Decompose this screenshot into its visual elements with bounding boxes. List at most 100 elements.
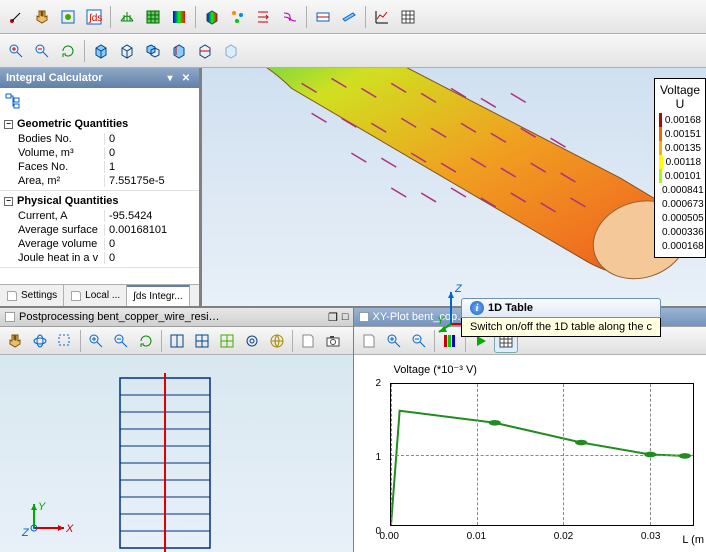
svg-text:Z: Z — [454, 283, 463, 295]
globe-icon[interactable] — [265, 329, 289, 353]
main-toolbar: ∫ds — [0, 0, 706, 34]
cube-dual-icon[interactable] — [141, 39, 165, 63]
separator — [365, 6, 366, 28]
separator — [84, 40, 85, 62]
postprocessing-viewport[interactable]: X Y Z — [0, 355, 353, 552]
particles-icon[interactable] — [226, 5, 250, 29]
integral-icon[interactable]: ∫ds — [82, 5, 106, 29]
3d-viewport[interactable]: X Y Z Voltage U 0.001680.001510.001350.0… — [200, 68, 706, 306]
workspace: Integral Calculator ▾ ✕ −Geometric Quant… — [0, 68, 706, 306]
separator — [80, 330, 81, 352]
pan-icon[interactable] — [3, 329, 27, 353]
panel-close-icon[interactable]: ✕ — [179, 71, 193, 85]
legend-item: 0.00118 — [659, 155, 701, 169]
prop-row: Area, m²7.55175e-5 — [4, 174, 195, 188]
lower-panes: Postprocessing bent_copper_wire_resi… ❐ □ — [0, 306, 706, 552]
legend-item: 0.000505 — [659, 211, 701, 225]
svg-text:Z: Z — [21, 527, 30, 539]
postprocessing-title: Postprocessing bent_copper_wire_resi… — [19, 311, 220, 323]
layout3-icon[interactable] — [215, 329, 239, 353]
cube-solid-icon[interactable] — [89, 39, 113, 63]
panel-tree-icon[interactable] — [3, 91, 23, 111]
tooltip: i1D Table Switch on/off the 1D table alo… — [461, 298, 661, 337]
select-icon[interactable] — [53, 329, 77, 353]
legend-item: 0.00101 — [659, 169, 701, 183]
table-icon[interactable] — [396, 5, 420, 29]
separator — [195, 6, 196, 28]
separator — [110, 6, 111, 28]
vertex-icon[interactable] — [4, 5, 28, 29]
plane-icon[interactable] — [337, 5, 361, 29]
cube-ghost-icon[interactable] — [219, 39, 243, 63]
page-icon[interactable] — [296, 329, 320, 353]
legend-item: 0.000336 — [659, 225, 701, 239]
legend-item: 0.000168 — [659, 239, 701, 253]
domain-icon[interactable] — [56, 5, 80, 29]
postprocessing-toolbar — [0, 327, 353, 355]
ytick: 2 — [376, 378, 382, 389]
zoom-out-icon[interactable] — [30, 39, 54, 63]
svg-text:∫ds: ∫ds — [88, 13, 102, 24]
slice-icon[interactable] — [311, 5, 335, 29]
plot-ylabel: Voltage (*10⁻³ V) — [394, 363, 477, 376]
layout1-icon[interactable] — [165, 329, 189, 353]
layout2-icon[interactable] — [190, 329, 214, 353]
prop-row: Joule heat in a v0 — [4, 251, 195, 265]
refresh-icon[interactable] — [56, 39, 80, 63]
target-icon[interactable] — [240, 329, 264, 353]
panel-dropdown-icon[interactable]: ▾ — [163, 71, 177, 85]
rotate-icon[interactable] — [28, 329, 52, 353]
xyplot-viewport[interactable]: Voltage (*10⁻³ V) L (m 2 1 0 0.000.010.0… — [354, 355, 706, 552]
color-legend: Voltage U 0.001680.001510.001350.001180.… — [654, 78, 706, 258]
xyplot-pane: XY-Plot bent_cop… Voltage (*10⁻³ V) L (m… — [354, 308, 706, 552]
pan-icon[interactable] — [30, 5, 54, 29]
mesh-green-icon[interactable] — [141, 5, 165, 29]
zoom-in-icon[interactable] — [84, 329, 108, 353]
legend-title: Voltage U — [659, 83, 701, 111]
plot-icon[interactable] — [370, 5, 394, 29]
streamlines-icon[interactable] — [278, 5, 302, 29]
svg-text:Y: Y — [38, 501, 46, 513]
cube-slice-icon[interactable] — [167, 39, 191, 63]
tab-settings[interactable]: Settings — [0, 285, 64, 306]
cube-plane-icon[interactable] — [193, 39, 217, 63]
zoom-out-icon[interactable] — [407, 329, 431, 353]
page-icon[interactable] — [357, 329, 381, 353]
info-icon: i — [470, 301, 484, 315]
xtick: 0.02 — [554, 531, 573, 542]
prop-row: Average surface0.00168101 — [4, 223, 195, 237]
zoom-out-icon[interactable] — [109, 329, 133, 353]
prop-row: Bodies No.0 — [4, 132, 195, 146]
section-geometric[interactable]: −Geometric Quantities — [4, 116, 195, 132]
restore-icon[interactable]: ❐ — [328, 311, 338, 324]
panel-toolbar — [0, 88, 199, 114]
section-physical[interactable]: −Physical Quantities — [4, 193, 195, 209]
zoom-in-icon[interactable] — [4, 39, 28, 63]
legend-item: 0.00151 — [659, 127, 701, 141]
property-grid: −Geometric Quantities Bodies No.0 Volume… — [0, 114, 199, 284]
legend-item: 0.00168 — [659, 113, 701, 127]
zoom-in-icon[interactable] — [382, 329, 406, 353]
integral-calculator-panel: Integral Calculator ▾ ✕ −Geometric Quant… — [0, 68, 200, 306]
gradient-surf-icon[interactable] — [167, 5, 191, 29]
refresh-view-icon[interactable] — [134, 329, 158, 353]
tab-local[interactable]: Local ... — [64, 285, 127, 306]
legend-item: 0.00135 — [659, 141, 701, 155]
camera-icon[interactable] — [321, 329, 345, 353]
axis-triad-2d: X Y Z — [20, 500, 76, 540]
gradient-cube-icon[interactable] — [200, 5, 224, 29]
xtick: 0.01 — [467, 531, 486, 542]
panel-title-text: Integral Calculator — [6, 72, 103, 84]
prop-row: Current, A-95.5424 — [4, 209, 195, 223]
tab-integr[interactable]: ∫ds Integr... — [127, 285, 189, 306]
plot-area — [390, 383, 695, 526]
arrows-icon[interactable] — [252, 5, 276, 29]
prop-row: Average volume0 — [4, 237, 195, 251]
ytick: 1 — [376, 452, 382, 463]
svg-text:Y: Y — [437, 315, 445, 327]
panel-tabs: Settings Local ... ∫ds Integr... — [0, 284, 199, 306]
maximize-icon[interactable]: □ — [342, 311, 349, 324]
cube-wire-icon[interactable] — [115, 39, 139, 63]
postprocessing-pane: Postprocessing bent_copper_wire_resi… ❐ □ — [0, 308, 354, 552]
mesh-surface-icon[interactable] — [115, 5, 139, 29]
